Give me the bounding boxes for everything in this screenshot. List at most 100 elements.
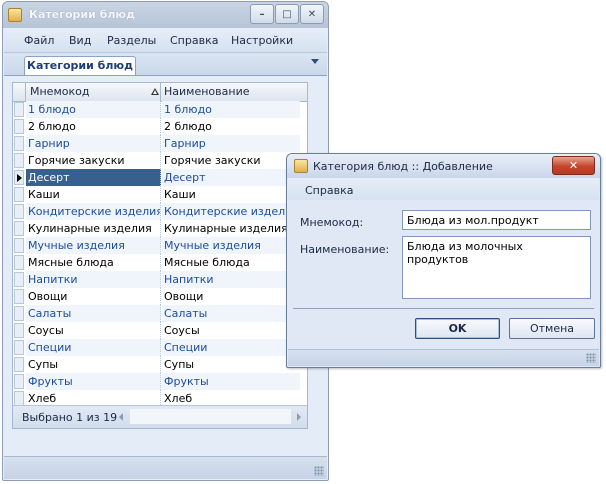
table-row[interactable]: Кондитерские изделия Кондитерские изделия [13, 203, 307, 220]
minimize-button[interactable]: – [250, 4, 274, 24]
row-indicator[interactable] [14, 119, 24, 134]
table-row[interactable]: Горячие закуски Горячие закуски [13, 152, 307, 169]
main-statusbar [4, 456, 327, 479]
dialog-menu-help[interactable]: Справка [305, 184, 353, 197]
close-button[interactable]: ✕ [300, 4, 324, 24]
row-indicator-current-icon[interactable] [14, 170, 24, 185]
cell-name[interactable]: 2 блюдо [162, 118, 300, 135]
name-textarea[interactable]: Блюда из молочных продуктов [402, 236, 591, 299]
mnemocode-input[interactable]: Блюда из мол.продукт [402, 210, 591, 230]
row-indicator[interactable] [14, 102, 24, 117]
main-titlebar[interactable]: Категории блюд – □ ✕ [3, 2, 328, 28]
table-row[interactable]: Напитки Напитки [13, 271, 307, 288]
table-row[interactable]: Соусы Соусы [13, 322, 307, 339]
resize-grip-icon[interactable] [314, 466, 324, 476]
cell-name[interactable]: Мучные изделия [162, 237, 300, 254]
tab-dropdown-icon[interactable] [311, 59, 319, 64]
cell-mnemocode[interactable]: Мясные блюда [26, 254, 161, 271]
row-indicator[interactable] [14, 238, 24, 253]
menu-settings[interactable]: Настройки [231, 34, 293, 47]
cell-mnemocode[interactable]: 2 блюдо [26, 118, 161, 135]
row-indicator[interactable] [14, 323, 24, 338]
row-indicator[interactable] [14, 221, 24, 236]
maximize-button[interactable]: □ [275, 4, 299, 24]
column-header-name[interactable]: Наименование [162, 83, 302, 101]
cell-name[interactable]: Горячие закуски [162, 152, 300, 169]
row-indicator[interactable] [14, 255, 24, 270]
cell-mnemocode[interactable]: Специи [26, 339, 161, 356]
column-header-mnemocode[interactable]: Мнемокод [26, 83, 161, 101]
cell-name[interactable]: Фрукты [162, 373, 300, 390]
cancel-button[interactable]: Отмена [509, 318, 595, 339]
menu-view[interactable]: Вид [69, 34, 91, 47]
cell-name[interactable]: Кондитерские изделия [162, 203, 300, 220]
table-row[interactable]: Салаты Салаты [13, 305, 307, 322]
cell-name[interactable]: Каши [162, 186, 300, 203]
grid-corner [13, 83, 26, 101]
cell-mnemocode[interactable]: Супы [26, 356, 161, 373]
dialog-app-icon [294, 159, 308, 173]
table-row[interactable]: Каши Каши [13, 186, 307, 203]
sort-ascending-icon [151, 88, 159, 95]
menu-sections[interactable]: Разделы [107, 34, 156, 47]
scroll-left-icon[interactable] [119, 413, 123, 421]
menubar: Файл Вид Разделы Справка Настройки [4, 28, 327, 53]
cell-name[interactable]: Десерт [162, 169, 300, 186]
menu-file[interactable]: Файл [24, 34, 54, 47]
table-row[interactable]: 1 блюдо 1 блюдо [13, 101, 307, 118]
dialog-close-button[interactable]: ✕ [552, 156, 595, 175]
row-indicator[interactable] [14, 306, 24, 321]
cell-mnemocode[interactable]: Соусы [26, 322, 161, 339]
cell-mnemocode[interactable]: Овощи [26, 288, 161, 305]
dialog-titlebar[interactable]: Категория блюд :: Добавление ✕ [287, 154, 600, 178]
cell-mnemocode[interactable]: Десерт [26, 169, 161, 186]
cell-mnemocode[interactable]: Кулинарные изделия [26, 220, 161, 237]
row-indicator[interactable] [14, 272, 24, 287]
row-indicator[interactable] [14, 289, 24, 304]
horizontal-scrollbar[interactable] [130, 409, 291, 424]
row-indicator[interactable] [14, 136, 24, 151]
cell-name[interactable]: Соусы [162, 322, 300, 339]
table-row[interactable]: Десерт Десерт [13, 169, 307, 186]
cell-name[interactable]: 1 блюдо [162, 101, 300, 118]
row-indicator[interactable] [14, 374, 24, 389]
table-row[interactable]: Супы Супы [13, 356, 307, 373]
cell-name[interactable]: Напитки [162, 271, 300, 288]
row-indicator[interactable] [14, 340, 24, 355]
cell-mnemocode[interactable]: Фрукты [26, 373, 161, 390]
row-indicator[interactable] [14, 391, 24, 406]
table-row[interactable]: Мясные блюда Мясные блюда [13, 254, 307, 271]
cell-mnemocode[interactable]: Каши [26, 186, 161, 203]
dialog-resize-grip-icon[interactable] [586, 353, 596, 363]
table-row[interactable]: Специи Специи [13, 339, 307, 356]
cell-mnemocode[interactable]: Горячие закуски [26, 152, 161, 169]
ok-button[interactable]: OK [415, 318, 500, 339]
cell-mnemocode[interactable]: Гарнир [26, 135, 161, 152]
cell-name[interactable]: Гарнир [162, 135, 300, 152]
cell-name[interactable]: Салаты [162, 305, 300, 322]
cell-name[interactable]: Супы [162, 356, 300, 373]
table-row[interactable]: Кулинарные изделия Кулинарные изделия [13, 220, 307, 237]
table-row[interactable]: 2 блюдо 2 блюдо [13, 118, 307, 135]
grid-header: Мнемокод Наименование [13, 83, 307, 102]
cell-mnemocode[interactable]: Салаты [26, 305, 161, 322]
table-row[interactable]: Мучные изделия Мучные изделия [13, 237, 307, 254]
row-indicator[interactable] [14, 357, 24, 372]
cell-name[interactable]: Кулинарные изделия [162, 220, 300, 237]
table-row[interactable]: Овощи Овощи [13, 288, 307, 305]
cell-mnemocode[interactable]: Кондитерские изделия [26, 203, 161, 220]
row-indicator[interactable] [14, 204, 24, 219]
cell-mnemocode[interactable]: Напитки [26, 271, 161, 288]
table-row[interactable]: Фрукты Фрукты [13, 373, 307, 390]
cell-name[interactable]: Специи [162, 339, 300, 356]
cell-mnemocode[interactable]: 1 блюдо [26, 101, 161, 118]
scroll-right-icon[interactable] [297, 413, 301, 421]
menu-help[interactable]: Справка [170, 34, 218, 47]
row-indicator[interactable] [14, 187, 24, 202]
cell-name[interactable]: Мясные блюда [162, 254, 300, 271]
tab-dish-categories[interactable]: Категории блюд [24, 56, 136, 75]
cell-name[interactable]: Овощи [162, 288, 300, 305]
cell-mnemocode[interactable]: Мучные изделия [26, 237, 161, 254]
row-indicator[interactable] [14, 153, 24, 168]
table-row[interactable]: Гарнир Гарнир [13, 135, 307, 152]
